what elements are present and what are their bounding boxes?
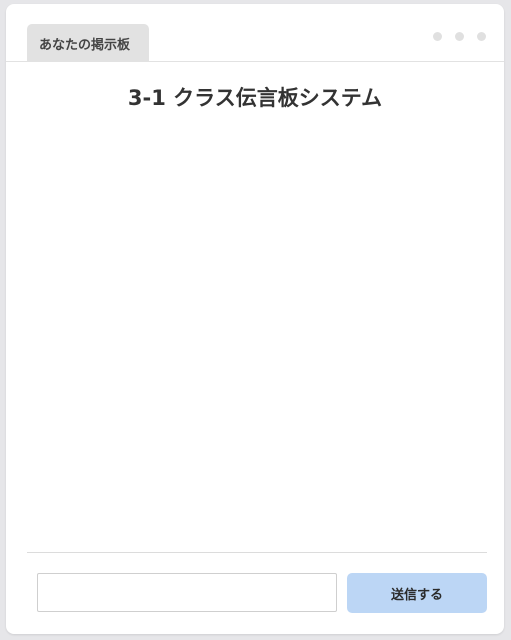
dot-2 (455, 32, 464, 41)
send-button[interactable]: 送信する (347, 573, 487, 613)
more-dots-icon[interactable] (433, 32, 486, 41)
page-title: 3-1 クラス伝言板システム (127, 86, 383, 110)
header-divider (6, 61, 504, 62)
message-list (27, 128, 487, 548)
board-window: あなたの掲示板 3-1 クラス伝言板システム 送信する (6, 4, 504, 634)
dot-1 (433, 32, 442, 41)
dot-3 (477, 32, 486, 41)
message-input[interactable] (37, 573, 337, 612)
board-tab[interactable]: あなたの掲示板 (27, 24, 149, 61)
footer-divider (27, 552, 487, 553)
